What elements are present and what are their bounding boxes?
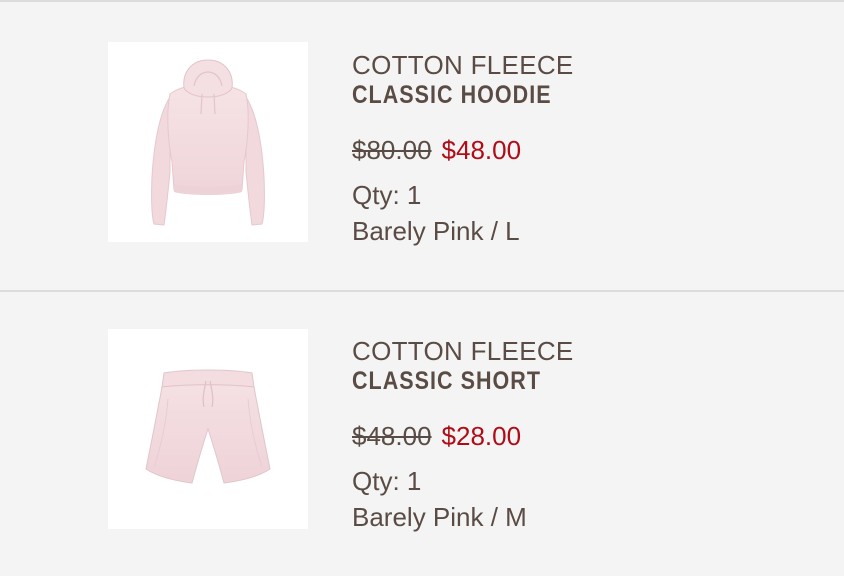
product-info: COTTON FLEECE CLASSIC SHORT $48.00 $28.00… [352,336,822,534]
hoodie-illustration [151,59,265,226]
price-row: $48.00 $28.00 [352,418,822,454]
product-collection: COTTON FLEECE [352,50,574,80]
variant-label: Barely Pink / L [352,216,520,246]
original-price: $48.00 [352,421,432,451]
product-name[interactable]: CLASSIC HOODIE [352,80,756,110]
product-collection: COTTON FLEECE [352,336,574,366]
cart-item: COTTON FLEECE CLASSIC SHORT $48.00 $28.00… [0,292,844,576]
product-info: COTTON FLEECE CLASSIC HOODIE $80.00 $48.0… [352,50,822,248]
quantity-label: Qty: 1 [352,466,422,496]
cart-item: COTTON FLEECE CLASSIC HOODIE $80.00 $48.0… [0,2,844,290]
product-image-hoodie[interactable] [108,42,308,242]
sale-price: $48.00 [441,135,522,165]
original-price: $80.00 [352,135,432,165]
price-row: $80.00 $48.00 [352,132,822,168]
sale-price: $28.00 [441,421,522,451]
product-image-shorts[interactable] [108,329,308,529]
quantity-label: Qty: 1 [352,180,422,210]
variant-label: Barely Pink / M [352,502,527,532]
product-name[interactable]: CLASSIC SHORT [352,366,756,396]
cart-item-list: COTTON FLEECE CLASSIC HOODIE $80.00 $48.0… [0,0,844,576]
shorts-illustration [145,369,271,484]
